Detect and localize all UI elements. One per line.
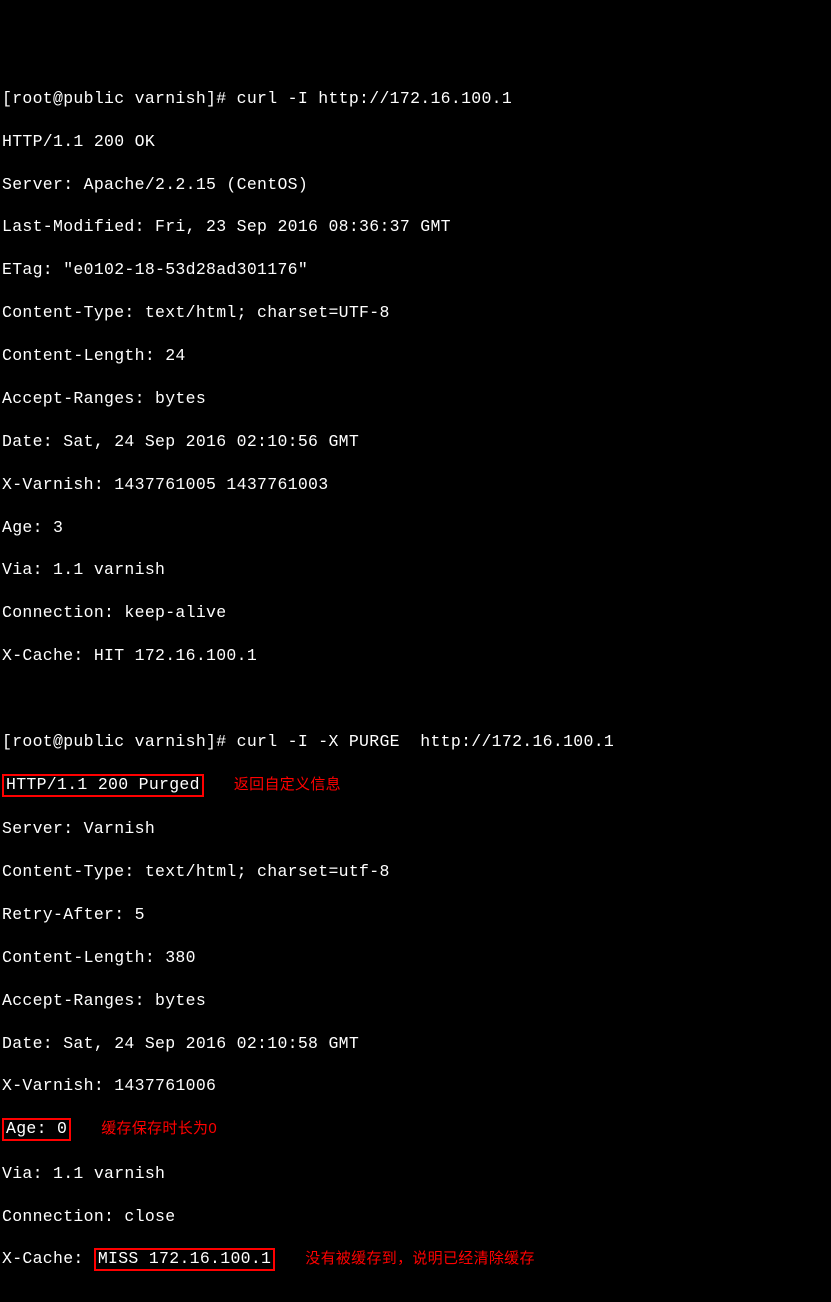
highlight-age: Age: 0 [2,1118,71,1141]
output-line: Accept-Ranges: bytes [2,990,829,1011]
output-line: Server: Apache/2.2.15 (CentOS) [2,174,829,195]
output-line: Connection: close [2,1206,829,1227]
command-line-2: [root@public varnish]# curl -I -X PURGE … [2,731,829,752]
annotation-xcache: 没有被缓存到，说明已经清除缓存 [305,1249,535,1269]
output-line: Last-Modified: Fri, 23 Sep 2016 08:36:37… [2,216,829,237]
output-line: Connection: keep-alive [2,602,829,623]
output-line: Date: Sat, 24 Sep 2016 02:10:58 GMT [2,1033,829,1054]
output-line: Content-Length: 24 [2,345,829,366]
highlight-xcache: MISS 172.16.100.1 [94,1248,275,1271]
output-line: Content-Type: text/html; charset=utf-8 [2,861,829,882]
output-line: Retry-After: 5 [2,904,829,925]
output-line: Content-Length: 380 [2,947,829,968]
blank-line [2,688,829,709]
output-line: Date: Sat, 24 Sep 2016 02:10:56 GMT [2,431,829,452]
output-line: Via: 1.1 varnish [2,559,829,580]
purged-line: HTTP/1.1 200 Purged 返回自定义信息 [2,774,829,797]
output-line: Content-Type: text/html; charset=UTF-8 [2,302,829,323]
output-line: ETag: "e0102-18-53d28ad301176" [2,259,829,280]
annotation-age: 缓存保存时长为0 [101,1119,217,1139]
xcache-line: X-Cache: MISS 172.16.100.1 没有被缓存到，说明已经清除缓… [2,1248,829,1271]
age-line: Age: 0 缓存保存时长为0 [2,1118,829,1141]
output-line: Accept-Ranges: bytes [2,388,829,409]
output-line: X-Cache: HIT 172.16.100.1 [2,645,829,666]
output-line: Server: Varnish [2,818,829,839]
xcache-label: X-Cache: [2,1249,94,1268]
command-line-1: [root@public varnish]# curl -I http://17… [2,88,829,109]
highlight-purged: HTTP/1.1 200 Purged [2,774,204,797]
annotation-purged: 返回自定义信息 [234,775,341,795]
output-line: HTTP/1.1 200 OK [2,131,829,152]
output-line: X-Varnish: 1437761006 [2,1075,829,1096]
output-line: X-Varnish: 1437761005 1437761003 [2,474,829,495]
output-line: Age: 3 [2,517,829,538]
output-line: Via: 1.1 varnish [2,1163,829,1184]
